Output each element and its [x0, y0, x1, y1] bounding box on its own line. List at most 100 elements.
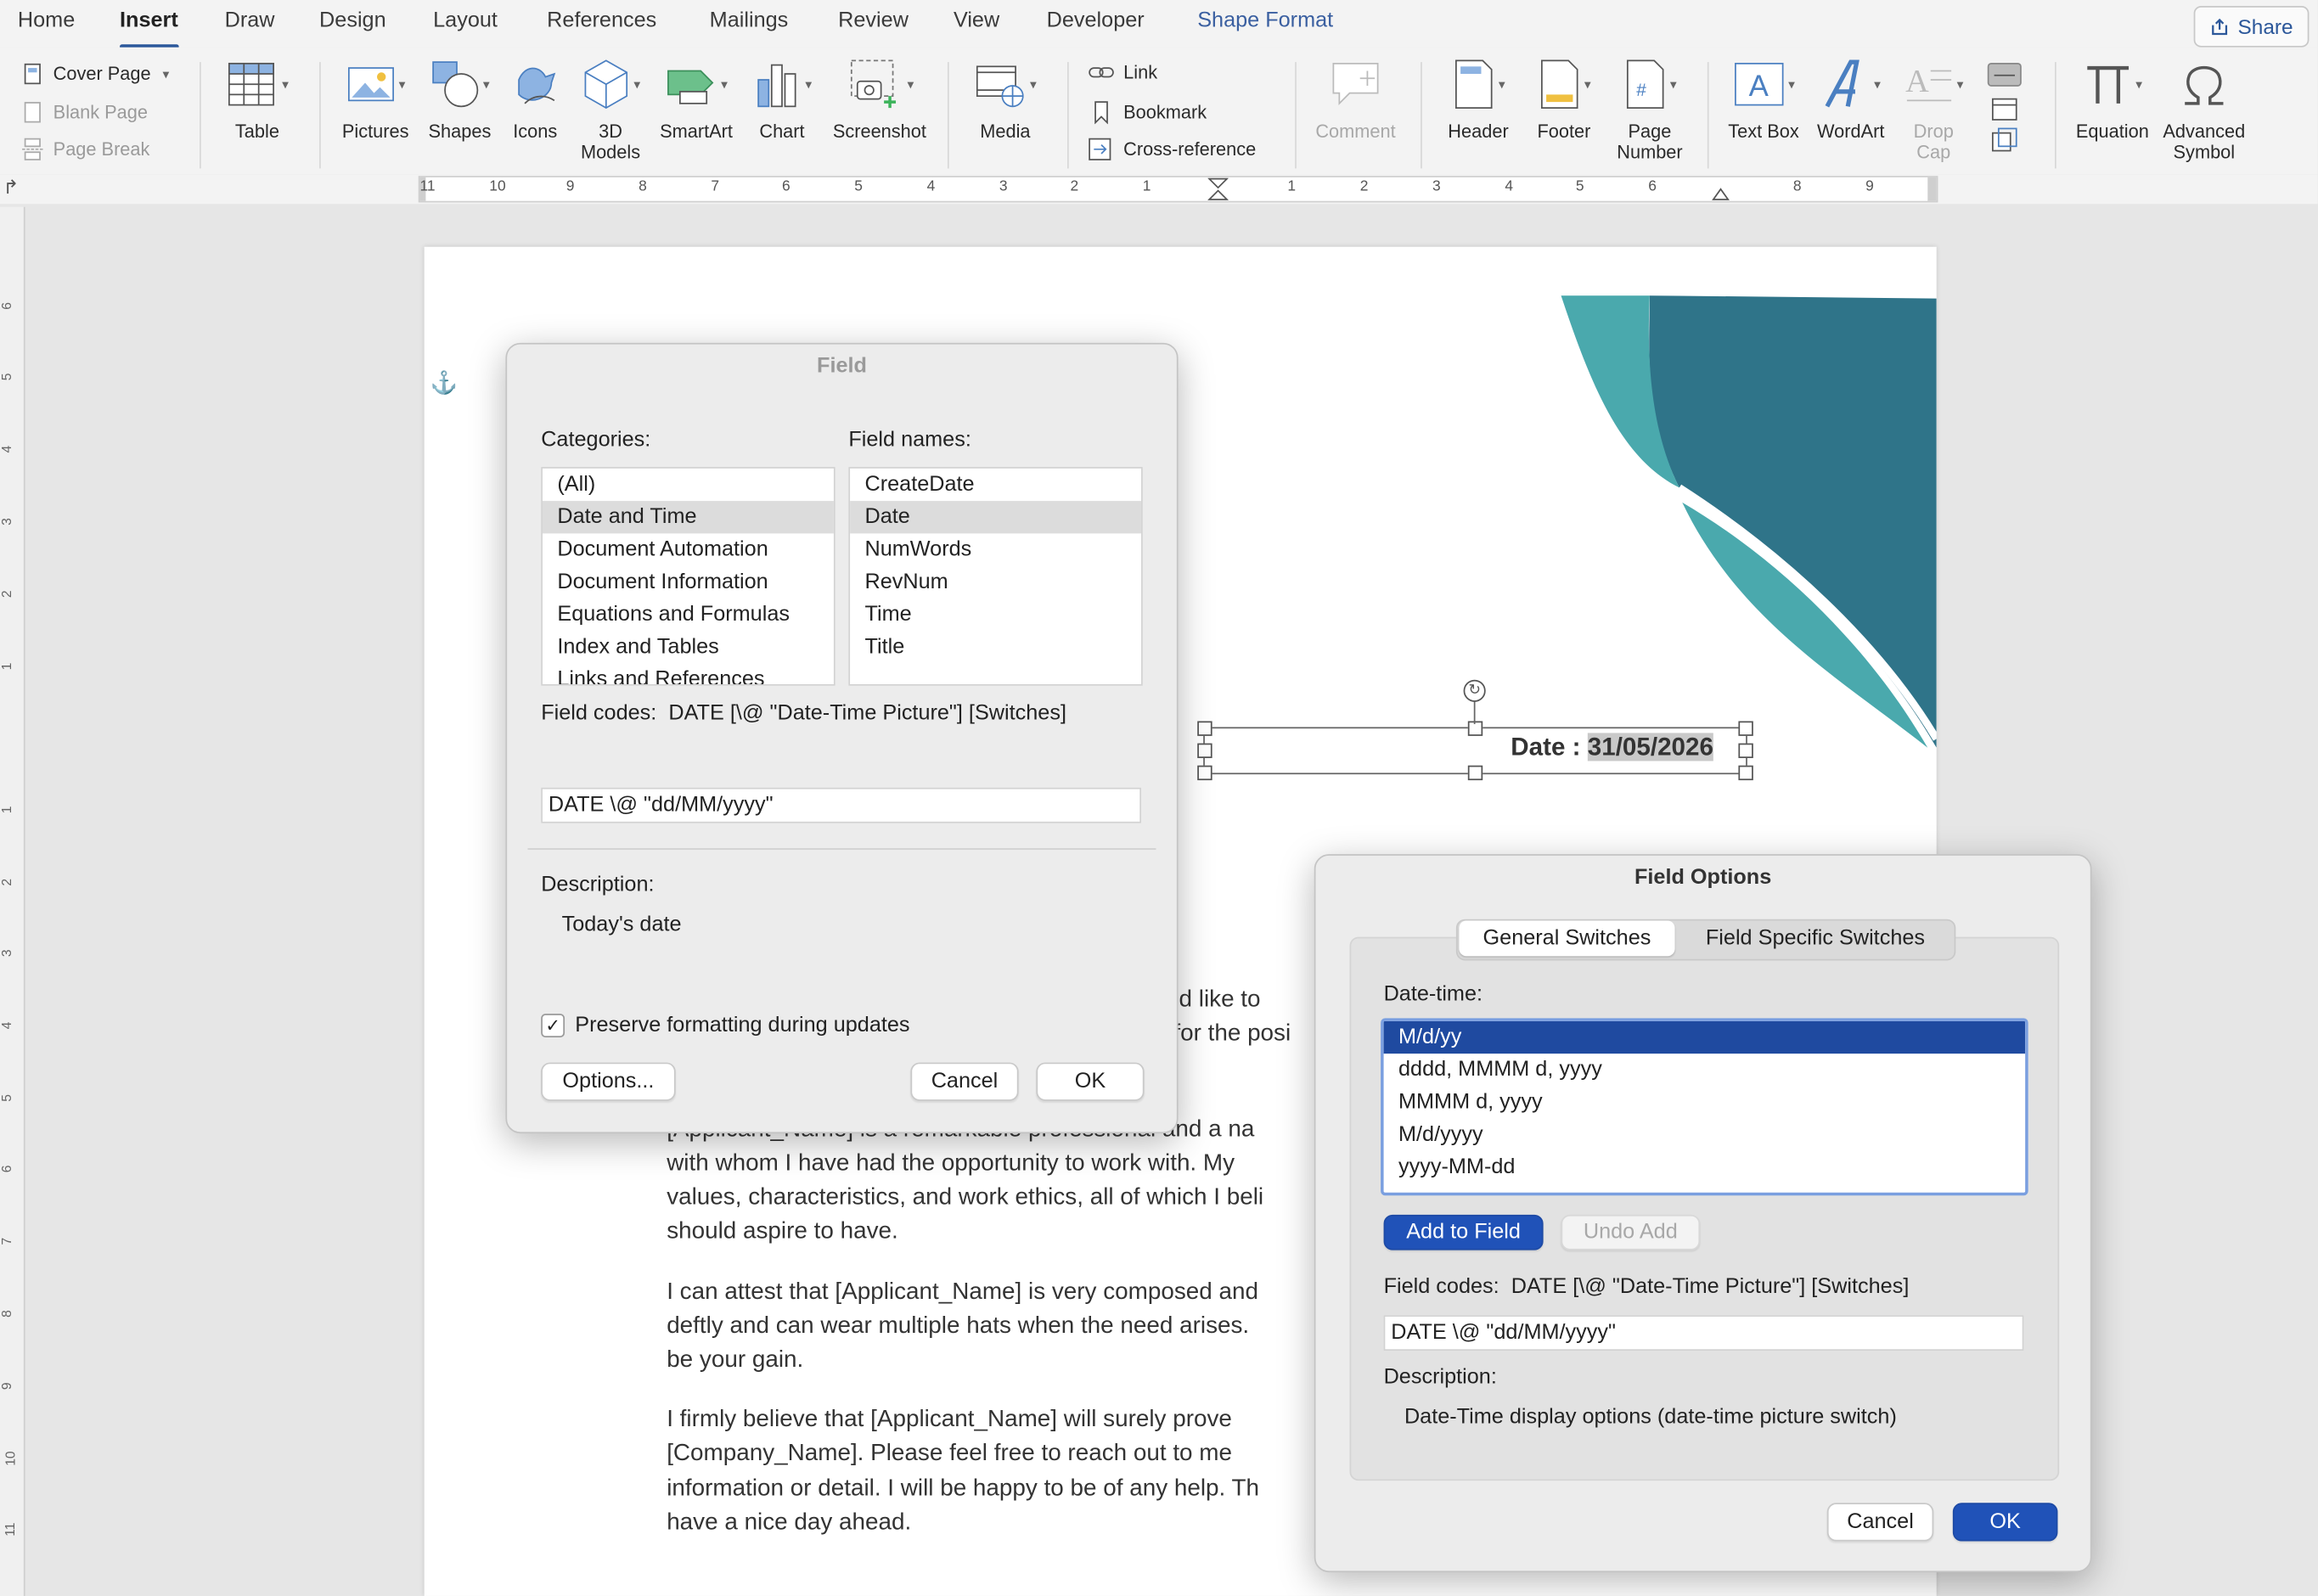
dialog-divider: [527, 848, 1156, 850]
tab-references[interactable]: References: [547, 8, 656, 32]
field-name-item[interactable]: RevNum: [850, 566, 1141, 598]
text-options-button[interactable]: [1975, 56, 2034, 156]
category-item-selected[interactable]: Date and Time: [542, 501, 834, 534]
header-button[interactable]: ▾ Header: [1437, 56, 1519, 142]
format-item[interactable]: yyyy-MM-dd: [1384, 1151, 2026, 1183]
tab-field-specific-switches[interactable]: Field Specific Switches: [1679, 920, 1951, 956]
advanced-symbol-button[interactable]: Advanced Symbol: [2158, 56, 2250, 162]
table-button[interactable]: ▾ Table: [216, 56, 298, 142]
tab-draw[interactable]: Draw: [225, 8, 275, 32]
tab-layout[interactable]: Layout: [433, 8, 498, 32]
indent-marker-icon[interactable]: [1207, 177, 1229, 201]
category-item[interactable]: Index and Tables: [543, 631, 834, 663]
field-names-list[interactable]: CreateDate Date NumWords RevNum Time Tit…: [848, 467, 1143, 686]
ruler-number: 7: [711, 178, 720, 195]
resize-handle[interactable]: [1738, 765, 1753, 781]
media-button[interactable]: ▾ Media: [964, 56, 1046, 142]
ruler-number: 3: [1432, 178, 1441, 195]
date-field-text[interactable]: Date : 31/05/2026: [1511, 733, 1713, 762]
drop-cap-button[interactable]: A ▾ Drop Cap: [1898, 56, 1969, 163]
resize-handle[interactable]: [1197, 765, 1212, 781]
preserve-formatting-label[interactable]: Preserve formatting during updates: [575, 1014, 909, 1037]
resize-handle[interactable]: [1467, 765, 1483, 781]
object-icon: [1991, 127, 2017, 152]
wordart-button[interactable]: ▾ WordArt: [1809, 56, 1892, 142]
resize-handle[interactable]: [1738, 743, 1753, 758]
vertical-ruler[interactable]: 6 5 4 3 2 1 1 2 3 4 5 6 7 8 9 10 11: [0, 206, 25, 1596]
right-indent-marker-icon[interactable]: [1712, 177, 1730, 201]
blank-page-button[interactable]: Blank Page: [20, 100, 148, 124]
page-break-button[interactable]: Page Break: [20, 138, 149, 161]
tab-mailings[interactable]: Mailings: [710, 8, 789, 32]
field-name-item[interactable]: CreateDate: [850, 469, 1141, 501]
rotate-handle-icon[interactable]: ↻: [1463, 679, 1486, 702]
shapes-label: Shapes: [428, 121, 492, 143]
share-button[interactable]: Share: [2193, 5, 2310, 48]
preserve-formatting-checkbox[interactable]: ✓: [541, 1014, 565, 1037]
ok-button[interactable]: OK: [1952, 1503, 2058, 1542]
bookmark-button[interactable]: Bookmark: [1088, 100, 1207, 125]
date-field-value[interactable]: 31/05/2026: [1587, 733, 1713, 761]
format-item-selected[interactable]: M/d/yy: [1383, 1020, 2026, 1054]
link-button[interactable]: Link: [1088, 62, 1157, 82]
tab-stop-selector-icon[interactable]: ↱: [3, 176, 19, 200]
smartart-button[interactable]: ▾ SmartArt: [654, 56, 740, 142]
cancel-button[interactable]: Cancel: [1826, 1503, 1934, 1542]
field-options-code-input[interactable]: DATE \@ "dd/MM/yyyy": [1383, 1315, 2024, 1351]
field-code-input[interactable]: DATE \@ "dd/MM/yyyy": [541, 787, 1142, 823]
page-number-button[interactable]: # ▾ Page Number: [1608, 56, 1691, 162]
resize-handle[interactable]: [1197, 721, 1212, 736]
category-item[interactable]: Document Automation: [543, 533, 834, 565]
equation-button[interactable]: ▾ Equation: [2067, 56, 2158, 142]
icons-button[interactable]: Icons: [503, 56, 568, 142]
date-prefix: Date :: [1511, 733, 1588, 761]
smartart-icon: [667, 70, 713, 104]
category-item[interactable]: Equations and Formulas: [543, 598, 834, 631]
tab-shape-format[interactable]: Shape Format: [1197, 8, 1333, 32]
ruler-number: 3: [0, 949, 14, 958]
tab-design[interactable]: Design: [319, 8, 386, 32]
text-box-button[interactable]: A ▾ Text Box: [1721, 56, 1807, 142]
ruler-number: 7: [0, 1237, 14, 1245]
tab-general-switches[interactable]: General Switches: [1459, 920, 1675, 957]
horizontal-ruler[interactable]: 11 10 9 8 7 6 5 4 3 2 1 1 2 3 4 5 6 8 9: [418, 176, 1938, 203]
3d-models-button[interactable]: ▾ 3D Models: [574, 56, 648, 162]
tab-developer[interactable]: Developer: [1047, 8, 1145, 32]
categories-label: Categories:: [541, 428, 651, 452]
screenshot-button[interactable]: ▾ Screenshot: [824, 56, 934, 142]
format-item[interactable]: dddd, MMMM d, yyyy: [1384, 1054, 2026, 1086]
category-item[interactable]: Document Information: [543, 566, 834, 598]
tab-view[interactable]: View: [954, 8, 999, 32]
footer-button[interactable]: ▾ Footer: [1522, 56, 1605, 142]
options-button[interactable]: Options...: [541, 1062, 676, 1101]
add-to-field-button[interactable]: Add to Field: [1383, 1214, 1544, 1250]
body-text-line: should aspire to have.: [667, 1219, 898, 1245]
category-item[interactable]: (All): [543, 469, 834, 501]
date-time-format-list[interactable]: M/d/yy dddd, MMMM d, yyyy MMMM d, yyyy M…: [1381, 1018, 2028, 1196]
field-name-item[interactable]: Title: [850, 631, 1141, 663]
ok-button[interactable]: OK: [1036, 1062, 1145, 1101]
tab-home[interactable]: Home: [18, 8, 75, 32]
field-options-dialog: Field Options General Switches Field Spe…: [1314, 854, 2092, 1573]
cross-reference-button[interactable]: Cross-reference: [1088, 138, 1256, 161]
advanced-symbol-label-line1: Advanced: [2163, 121, 2246, 143]
anchor-icon[interactable]: ⚓: [430, 369, 459, 396]
shapes-button[interactable]: ▾ Shapes: [423, 56, 497, 142]
format-item[interactable]: M/d/yyyy: [1384, 1119, 2026, 1151]
tab-review[interactable]: Review: [838, 8, 909, 32]
chart-button[interactable]: ▾ Chart: [745, 56, 819, 142]
field-name-item[interactable]: NumWords: [850, 533, 1141, 565]
undo-add-button[interactable]: Undo Add: [1561, 1214, 1701, 1250]
cancel-button[interactable]: Cancel: [910, 1062, 1019, 1101]
comment-button[interactable]: Comment: [1310, 56, 1402, 142]
field-name-item-selected[interactable]: Date: [850, 501, 1142, 534]
resize-handle[interactable]: [1738, 721, 1753, 736]
cover-page-button[interactable]: Cover Page ▾: [20, 62, 169, 86]
resize-handle[interactable]: [1197, 743, 1212, 758]
pictures-button[interactable]: ▾ Pictures: [334, 56, 416, 142]
categories-list[interactable]: (All) Date and Time Document Automation …: [541, 467, 835, 686]
format-item[interactable]: MMMM d, yyyy: [1384, 1086, 2026, 1118]
tab-insert[interactable]: Insert: [120, 8, 178, 49]
category-item[interactable]: Links and References: [543, 664, 834, 684]
field-name-item[interactable]: Time: [850, 598, 1141, 631]
